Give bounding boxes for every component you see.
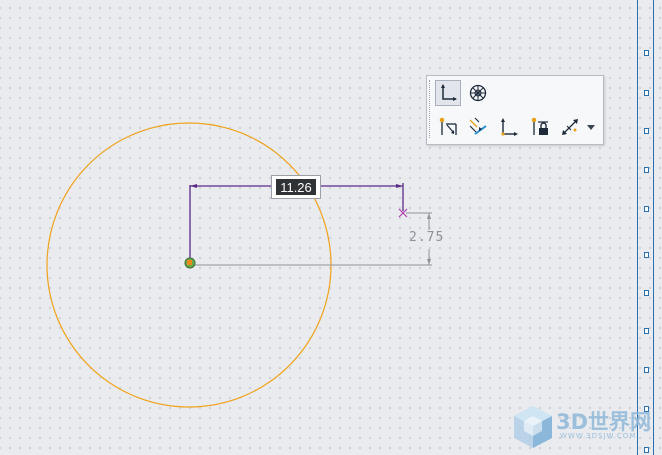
ruler-tick (644, 367, 649, 373)
watermark-url: WWW.3DSJW.COM (560, 432, 637, 440)
polar-grid-icon (469, 84, 487, 102)
ruler-tick (644, 206, 649, 212)
dimension-value-input[interactable] (276, 179, 316, 195)
sketch-canvas[interactable] (0, 0, 662, 455)
point-on-entity-button[interactable] (435, 114, 461, 140)
weak-dimension-label[interactable]: 2.75 (409, 230, 444, 245)
dimension-arrow (396, 184, 403, 188)
ruler-tick (644, 252, 649, 258)
dimension-snap-button[interactable] (557, 114, 583, 140)
weak-dimension-arrow (427, 259, 431, 265)
ruler-line (653, 0, 654, 455)
toolbar-grip[interactable] (429, 80, 433, 138)
ruler-line (637, 0, 638, 455)
dropdown-arrow-icon (587, 125, 595, 130)
dimension-snap-icon (562, 119, 578, 135)
point-on-line-button[interactable] (465, 114, 491, 140)
lock-point-button[interactable] (527, 114, 553, 140)
axis-snap-button[interactable] (495, 114, 521, 140)
ruler-tick (644, 167, 649, 173)
dimension-arrow (190, 184, 197, 188)
lock-point-icon (531, 117, 548, 135)
center-point[interactable] (184, 257, 196, 269)
toolbar-overflow-button[interactable] (583, 114, 599, 140)
cartesian-grid-button[interactable] (435, 80, 461, 106)
dimension-input-box[interactable] (271, 175, 321, 199)
point-on-line-icon (469, 117, 487, 135)
ruler-tick (644, 90, 649, 96)
cartesian-grid-icon (441, 84, 457, 101)
polar-grid-button[interactable] (465, 80, 491, 106)
ruler-tick (644, 50, 649, 56)
ruler-tick (644, 290, 649, 296)
snap-toolbar (426, 75, 604, 145)
ruler-tick (644, 328, 649, 334)
ruler-tick (644, 128, 649, 134)
watermark-logo (514, 406, 552, 448)
ruler-tick (644, 447, 649, 453)
vertical-ruler (637, 0, 662, 455)
weak-dimension-arrow (427, 213, 431, 219)
point-on-entity-icon (439, 117, 457, 135)
axis-snap-icon (501, 118, 518, 136)
